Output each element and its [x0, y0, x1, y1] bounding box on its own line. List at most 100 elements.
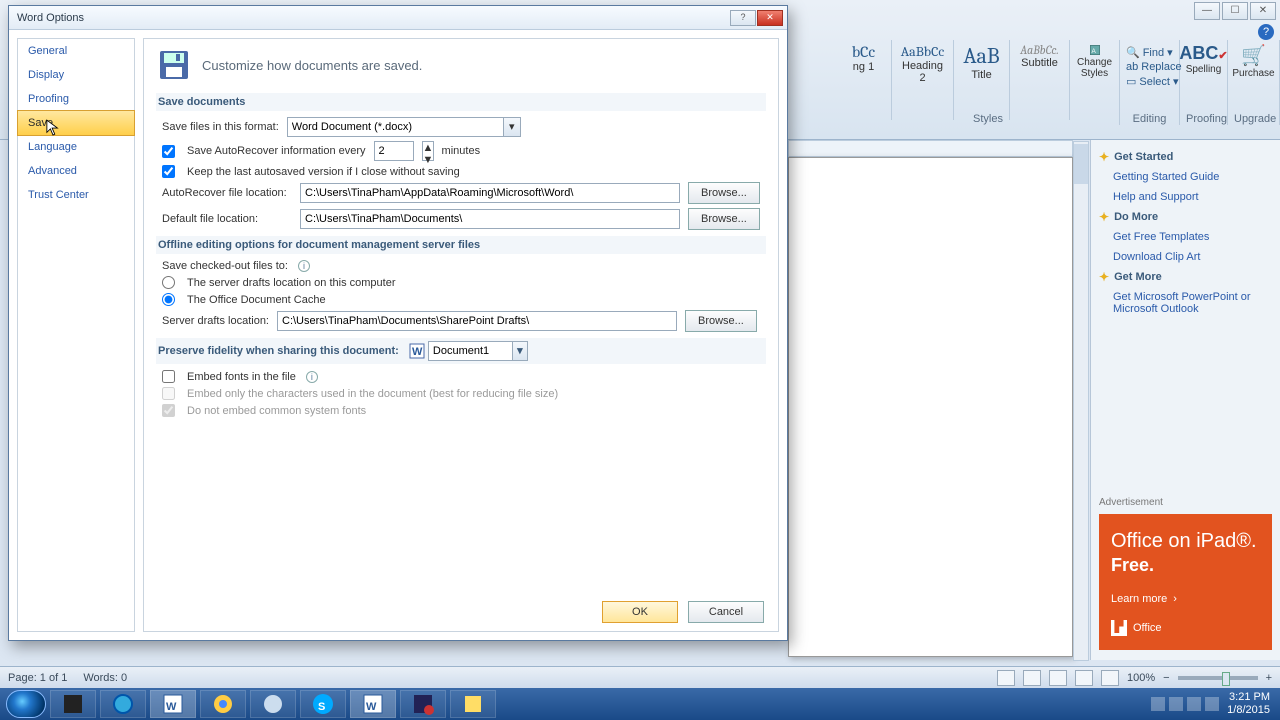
style-sample[interactable]: AaBbCc. [1020, 43, 1059, 57]
autorecover-checkbox[interactable] [162, 145, 175, 158]
taskbar-app-5[interactable] [250, 690, 296, 718]
status-words[interactable]: Words: 0 [83, 672, 127, 684]
style-sample[interactable]: AaBbCc [901, 43, 945, 60]
style-sample[interactable]: bCc [852, 43, 875, 61]
svg-text:S: S [318, 701, 325, 713]
autorecover-location-input[interactable] [300, 183, 680, 203]
tray-icon[interactable] [1205, 697, 1219, 711]
taskbar-ie[interactable] [100, 690, 146, 718]
advertisement-label: Advertisement [1099, 497, 1272, 508]
system-tray[interactable]: 3:21 PM1/8/2015 [1151, 691, 1274, 717]
start-button[interactable] [6, 690, 46, 718]
advertisement[interactable]: Office on iPad®. Free. Learn more› ▛Offi… [1099, 514, 1272, 650]
chevron-down-icon[interactable]: ▾ [512, 341, 528, 361]
star-icon: ✦ [1099, 150, 1109, 164]
view-draft-button[interactable] [1101, 670, 1119, 686]
replace-button[interactable]: ab Replace [1126, 61, 1182, 73]
change-styles-button[interactable]: Change Styles [1076, 57, 1113, 79]
autorecover-minutes-input[interactable] [374, 141, 414, 161]
scrollbar-vertical[interactable] [1073, 141, 1089, 661]
radio-office-cache[interactable] [162, 293, 175, 306]
browse-autorecover-button[interactable]: Browse... [688, 182, 760, 204]
find-button[interactable]: 🔍 Find ▾ [1126, 46, 1173, 59]
save-format-combo[interactable] [287, 117, 521, 137]
dialog-title: Word Options [17, 12, 84, 24]
spelling-button[interactable]: Spelling [1186, 64, 1222, 75]
taskbar-notes[interactable] [450, 690, 496, 718]
link-get-powerpoint-outlook[interactable]: Get Microsoft PowerPoint or Microsoft Ou… [1099, 290, 1272, 316]
link-free-templates[interactable]: Get Free Templates [1099, 230, 1272, 244]
svg-text:A: A [1091, 48, 1096, 55]
nav-language[interactable]: Language [18, 135, 134, 159]
default-location-input[interactable] [300, 209, 680, 229]
zoom-level[interactable]: 100% [1127, 672, 1155, 684]
options-content: Customize how documents are saved. Save … [143, 38, 779, 632]
radio-server-drafts-label: The server drafts location on this compu… [187, 277, 395, 289]
style-sample[interactable]: AaB [963, 43, 999, 69]
link-download-clip-art[interactable]: Download Clip Art [1099, 250, 1272, 264]
browse-default-button[interactable]: Browse... [688, 208, 760, 230]
ribbon-group-labels: Styles Editing Proofing Upgrade [857, 113, 1280, 125]
keep-last-autosaved-checkbox[interactable] [162, 165, 175, 178]
purchase-button[interactable]: Purchase [1232, 68, 1274, 79]
link-getting-started-guide[interactable]: Getting Started Guide [1099, 170, 1272, 184]
zoom-in-button[interactable]: + [1266, 672, 1272, 684]
spinner-buttons[interactable]: ▲▼ [422, 141, 434, 161]
tray-date: 1/8/2015 [1227, 704, 1270, 717]
embed-fonts-checkbox[interactable] [162, 370, 175, 383]
minimize-button[interactable]: — [1194, 2, 1220, 20]
dialog-close-button[interactable]: ✕ [757, 10, 783, 26]
browse-server-drafts-button[interactable]: Browse... [685, 310, 757, 332]
tray-icon[interactable] [1187, 697, 1201, 711]
document-page[interactable] [788, 157, 1073, 657]
server-drafts-input[interactable] [277, 311, 677, 331]
link-help-support[interactable]: Help and Support [1099, 190, 1272, 204]
taskpane-heading-get-more: ✦Get More [1099, 270, 1272, 284]
nav-trust-center[interactable]: Trust Center [18, 183, 134, 207]
taskbar-app-1[interactable] [50, 690, 96, 718]
nav-proofing[interactable]: Proofing [18, 87, 134, 111]
cancel-button[interactable]: Cancel [688, 601, 764, 623]
nav-advanced[interactable]: Advanced [18, 159, 134, 183]
ok-button[interactable]: OK [602, 601, 678, 623]
style-label: Heading 2 [898, 60, 947, 84]
help-icon[interactable]: ? [1258, 24, 1274, 40]
style-label: ng 1 [853, 61, 874, 73]
dialog-titlebar[interactable]: Word Options ? ✕ [9, 6, 787, 30]
help-icon[interactable]: i [306, 371, 318, 383]
taskpane-heading-get-started: ✦Get Started [1099, 150, 1272, 164]
scrollbar-thumb[interactable] [1074, 144, 1088, 184]
section-preserve-fidelity: Preserve fidelity when sharing this docu… [158, 345, 399, 357]
dialog-help-button[interactable]: ? [730, 10, 756, 26]
chevron-down-icon[interactable]: ▾ [503, 117, 521, 137]
ad-learn-more[interactable]: Learn more› [1111, 592, 1260, 606]
nav-display[interactable]: Display [18, 63, 134, 87]
taskbar-word-2[interactable]: W [350, 690, 396, 718]
taskbar-chrome[interactable] [200, 690, 246, 718]
view-print-layout-button[interactable] [997, 670, 1015, 686]
embed-no-system-checkbox [162, 404, 175, 417]
tray-icon[interactable] [1169, 697, 1183, 711]
nav-general[interactable]: General [18, 39, 134, 63]
help-icon[interactable]: i [298, 260, 310, 272]
nav-save[interactable]: Save [17, 110, 135, 136]
status-page[interactable]: Page: 1 of 1 [8, 672, 67, 684]
zoom-out-button[interactable]: − [1163, 672, 1169, 684]
view-outline-button[interactable] [1075, 670, 1093, 686]
view-fullscreen-button[interactable] [1023, 670, 1041, 686]
star-icon: ✦ [1099, 210, 1109, 224]
radio-server-drafts[interactable] [162, 276, 175, 289]
close-button[interactable]: ✕ [1250, 2, 1276, 20]
maximize-button[interactable]: ☐ [1222, 2, 1248, 20]
zoom-slider[interactable] [1178, 676, 1258, 680]
taskpane-heading-do-more: ✦Do More [1099, 210, 1272, 224]
view-web-button[interactable] [1049, 670, 1067, 686]
taskbar-skype[interactable]: S [300, 690, 346, 718]
style-label: Subtitle [1021, 57, 1058, 69]
select-button[interactable]: ▭ Select ▾ [1126, 75, 1179, 88]
tray-icon[interactable] [1151, 697, 1165, 711]
ruler-horizontal[interactable] [788, 140, 1073, 157]
taskbar-word[interactable]: W [150, 690, 196, 718]
autorecover-location-label: AutoRecover file location: [162, 187, 292, 199]
taskbar-app-8[interactable] [400, 690, 446, 718]
